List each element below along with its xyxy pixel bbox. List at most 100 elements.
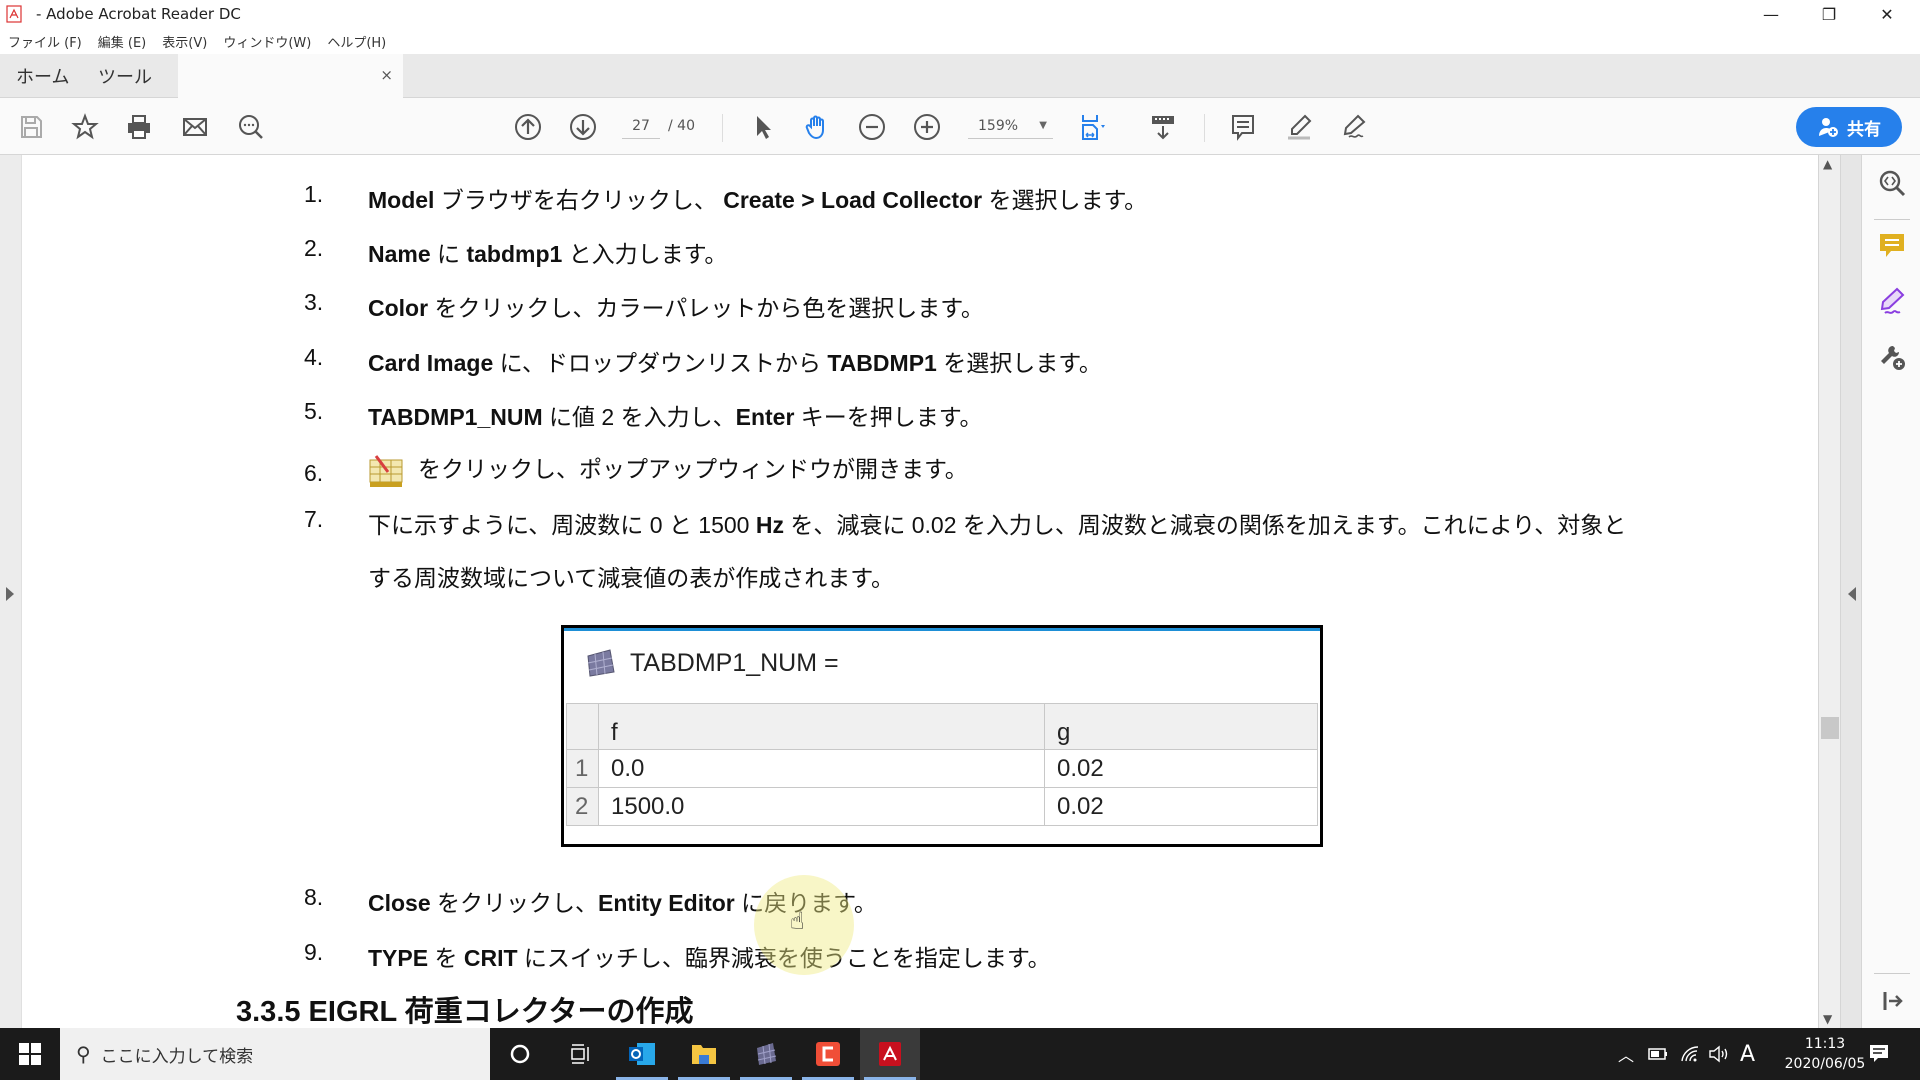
step-text-segment: する周波数域について減衰値の表が作成されます。	[368, 565, 895, 591]
scroll-up-icon[interactable]: ▲	[1823, 157, 1832, 171]
app-c-taskbar-button[interactable]	[798, 1028, 858, 1080]
step-text-segment: 下に示すように、周波数に 0 と 1500	[368, 512, 756, 538]
chevron-up-icon: ︿	[1618, 1046, 1635, 1065]
action-center-icon[interactable]	[1868, 1028, 1890, 1080]
step-keyword: Card Image	[368, 350, 494, 376]
folder-icon	[692, 1045, 716, 1064]
step-text-segment: を、減衰に 0.02 を入力し、周波数と減衰の関係を加えます。これにより、対象と	[783, 512, 1627, 538]
acrobat-icon	[879, 1042, 901, 1066]
step-keyword: TABDMP1	[827, 350, 937, 376]
hand-tool-icon[interactable]	[802, 112, 832, 142]
task-view-button[interactable]	[550, 1028, 610, 1080]
close-window-button[interactable]: ✕	[1858, 0, 1916, 28]
window-title: - Adobe Acrobat Reader DC	[36, 5, 241, 23]
step-text-segment: に、ドロップダウンリストから	[493, 350, 828, 376]
restore-button[interactable]: ❐	[1800, 0, 1858, 28]
page-number-input[interactable]: 27	[622, 115, 660, 139]
menu-edit[interactable]: 編集 (E)	[98, 32, 147, 51]
scroll-mode-icon[interactable]	[1148, 112, 1178, 142]
acrobat-app-icon	[6, 5, 22, 23]
search-placeholder: ここに入力して検索	[100, 1046, 254, 1067]
zoom-in-icon[interactable]	[912, 112, 942, 142]
scroll-down-icon[interactable]: ▼	[1823, 1012, 1832, 1026]
acrobat-taskbar-button[interactable]	[860, 1028, 920, 1080]
start-button[interactable]	[0, 1028, 60, 1080]
select-cursor-icon[interactable]	[748, 112, 778, 142]
step-text: Model ブラウザを右クリックし、 Create > Load Collect…	[368, 181, 1147, 215]
zoom-out-icon[interactable]	[857, 112, 887, 142]
step-text-segment: に	[430, 241, 467, 267]
step-text-segment: に値 2 を入力し、	[542, 404, 736, 430]
next-page-icon[interactable]	[568, 112, 598, 142]
add-user-icon	[1819, 118, 1838, 137]
show-hidden-icons-button[interactable]: ︿	[1618, 1028, 1634, 1080]
expand-left-panel-icon[interactable]	[6, 587, 14, 601]
table-row: 2 1500.0 0.02	[566, 787, 1318, 826]
windows-logo-icon	[19, 1043, 41, 1065]
step-keyword: Hz	[755, 512, 784, 538]
menu-file[interactable]: ファイル (F)	[8, 32, 82, 51]
comment-tool-icon[interactable]	[1876, 229, 1908, 261]
left-navigation-panel	[0, 155, 22, 1028]
system-clock[interactable]: 11:13 2020/06/05	[1775, 1034, 1875, 1074]
fill-sign-icon[interactable]	[1876, 285, 1908, 317]
tab-tools[interactable]: ツール	[98, 54, 152, 98]
collapse-pane-icon[interactable]	[1876, 985, 1908, 1017]
fit-page-icon[interactable]	[1078, 112, 1108, 142]
tab-bar: ホーム ツール ×	[0, 54, 1920, 98]
menu-bar: ファイル (F) 編集 (E) 表示(V) ウィンドウ(W) ヘルプ(H)	[0, 28, 1920, 54]
zoom-level-select[interactable]: 159% ▼	[968, 115, 1053, 139]
step-text-segment: キーを押します。	[794, 404, 983, 430]
menu-window[interactable]: ウィンドウ(W)	[223, 32, 311, 51]
step-keyword: tabdmp1	[466, 241, 563, 267]
step-keyword: Model	[368, 187, 435, 213]
menu-help[interactable]: ヘルプ(H)	[327, 32, 386, 51]
cortana-button[interactable]	[490, 1028, 550, 1080]
step-keyword: Color	[368, 295, 429, 321]
collapse-right-pane-icon[interactable]	[1848, 587, 1856, 601]
file-explorer-taskbar-button[interactable]	[674, 1028, 734, 1080]
highlight-pen-icon[interactable]	[1284, 112, 1314, 142]
vertical-scrollbar[interactable]: ▲ ▼	[1818, 155, 1840, 1028]
comment-icon[interactable]	[1228, 112, 1258, 142]
hand-cursor-icon: ☝	[790, 907, 805, 935]
ime-indicator[interactable]: A	[1740, 1028, 1755, 1080]
battery-icon[interactable]	[1648, 1028, 1668, 1080]
column-header-g: g	[1044, 703, 1318, 750]
taskbar-search-input[interactable]: ⚲ ここに入力して検索	[60, 1028, 490, 1080]
email-icon[interactable]	[180, 112, 210, 142]
sign-icon[interactable]	[1339, 112, 1369, 142]
find-icon[interactable]	[236, 112, 266, 142]
table-object-icon	[587, 649, 615, 677]
step-text-segment: をクリックし、ポップアップウィンドウが開きます。	[418, 456, 968, 482]
close-tab-icon[interactable]: ×	[380, 66, 393, 84]
volume-icon[interactable]	[1708, 1028, 1730, 1080]
outlook-taskbar-button[interactable]	[612, 1028, 672, 1080]
scrollbar-thumb[interactable]	[1821, 717, 1839, 739]
column-header-f: f	[598, 703, 1045, 750]
tab-home[interactable]: ホーム	[16, 54, 69, 98]
save-icon[interactable]	[16, 112, 46, 142]
step-text-segment: を	[428, 945, 464, 971]
data-table: f g 1 0.0 0.02 2 1500.0 0.02	[566, 703, 1318, 826]
tab-document[interactable]: ×	[178, 54, 403, 98]
step-text-segment: を選択します。	[982, 187, 1148, 213]
toolbar-divider	[722, 114, 723, 142]
minimize-button[interactable]: —	[1742, 0, 1800, 28]
step-keyword: Enter	[735, 404, 795, 430]
more-tools-icon[interactable]	[1876, 341, 1908, 373]
zoom-level-value: 159%	[978, 118, 1019, 134]
enhance-scan-icon[interactable]	[1876, 167, 1908, 199]
cortana-icon	[510, 1044, 530, 1064]
print-icon[interactable]	[124, 112, 154, 142]
step-text: 下に示すように、周波数に 0 と 1500 Hz を、減衰に 0.02 を入力し…	[368, 506, 1626, 540]
previous-page-icon[interactable]	[513, 112, 543, 142]
wifi-icon[interactable]	[1680, 1028, 1700, 1080]
step-keyword: Entity Editor	[598, 890, 735, 916]
menu-view[interactable]: 表示(V)	[162, 32, 207, 51]
step-text: Card Image に、ドロップダウンリストから TABDMP1 を選択します…	[368, 344, 1102, 378]
share-button[interactable]: 共有	[1796, 107, 1902, 147]
step-text: Name に tabdmp1 と入力します。	[368, 235, 727, 269]
hyperworks-taskbar-button[interactable]	[736, 1028, 796, 1080]
star-icon[interactable]	[70, 112, 100, 142]
